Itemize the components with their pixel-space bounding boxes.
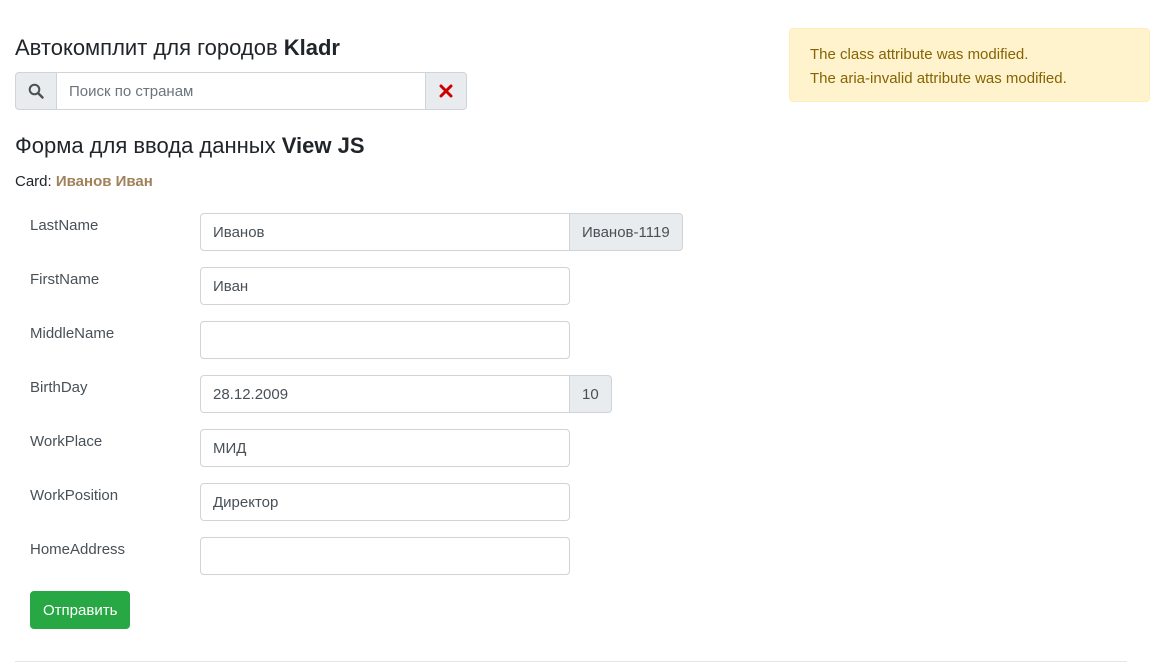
close-icon [439,84,453,98]
kladr-title-text: Автокомплит для городов [15,35,278,60]
form-title: Форма для ввода данных View JS [15,132,365,160]
firstname-input[interactable] [200,267,570,305]
alert-line: The class attribute was modified. [810,46,1029,63]
middlename-label: MiddleName [30,325,115,342]
page: Автокомплит для городов Kladr The class … [0,0,1157,671]
workplace-field-group [200,429,570,467]
birthday-label: BirthDay [30,379,88,396]
form-title-bold: View JS [281,133,365,158]
homeaddress-field-group [200,537,570,575]
birthday-addon: 10 [570,375,612,413]
lastname-input[interactable] [200,213,570,251]
homeaddress-input[interactable] [200,537,570,575]
workplace-label: WorkPlace [30,433,103,450]
kladr-title-bold: Kladr [283,35,340,60]
search-icon [28,83,44,99]
workposition-label: WorkPosition [30,487,119,504]
card-label: Card: [15,173,52,190]
form-title-text: Форма для ввода данных [15,133,276,158]
birthday-input[interactable] [200,375,570,413]
lastname-label: LastName [30,217,99,234]
firstname-label: FirstName [30,271,100,288]
workplace-input[interactable] [200,429,570,467]
clear-search-button[interactable] [425,72,467,110]
kladr-title: Автокомплит для городов Kladr [15,34,340,62]
birthday-field-group: 10 [200,375,612,413]
attribute-modified-alert: The class attribute was modified. The ar… [789,28,1150,102]
homeaddress-label: HomeAddress [30,541,126,558]
middlename-input[interactable] [200,321,570,359]
country-search-input[interactable] [57,72,425,110]
search-button[interactable] [15,72,57,110]
middlename-field-group [200,321,570,359]
card-name: Иванов Иван [55,173,153,190]
submit-button[interactable]: Отправить [30,591,131,629]
firstname-field-group [200,267,570,305]
lastname-field-group: Иванов-1119 [200,213,683,251]
lastname-addon: Иванов-1119 [570,213,683,251]
country-search-group [15,72,467,110]
workposition-input[interactable] [200,483,570,521]
footer-divider [15,661,1127,662]
workposition-field-group [200,483,570,521]
alert-line: The aria-invalid attribute was modified. [810,70,1067,87]
card-summary: Card: Иванов Иван [15,172,153,192]
